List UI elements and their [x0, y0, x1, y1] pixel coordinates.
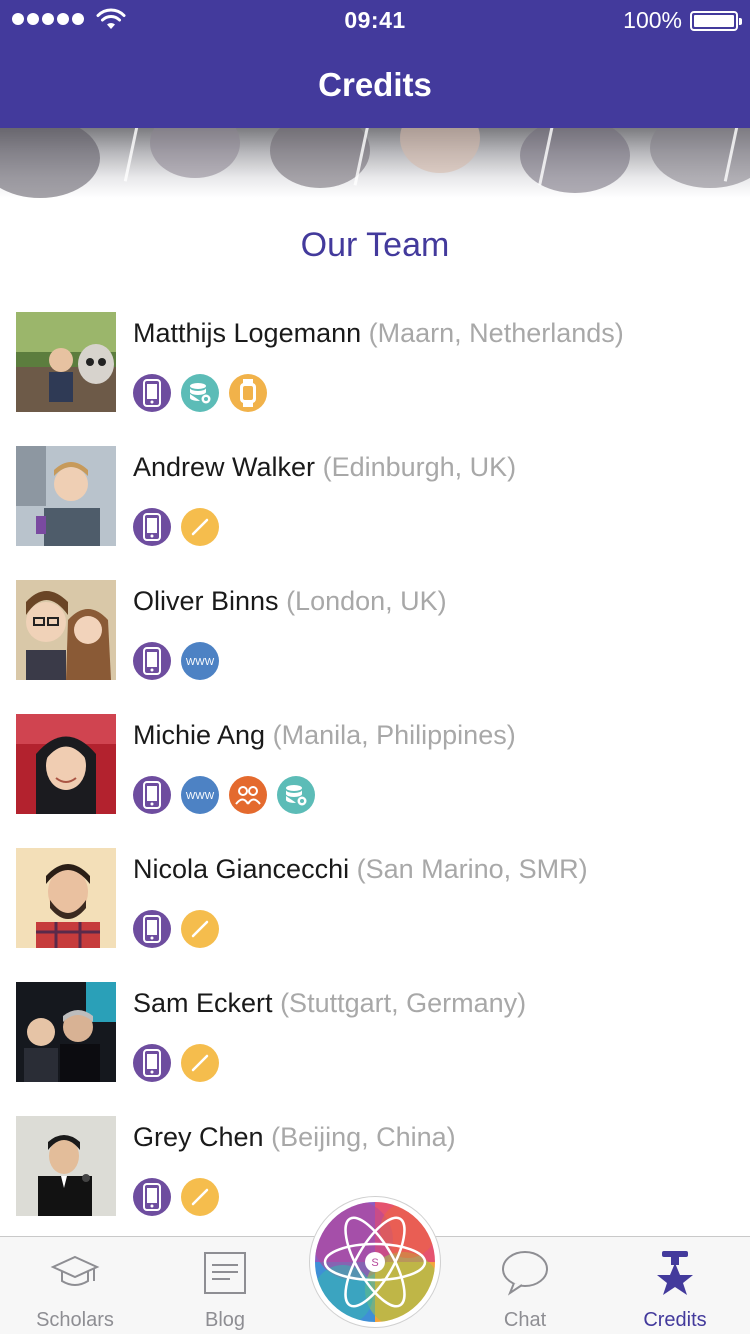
member-name: Michie Ang	[133, 720, 266, 750]
tab-credits[interactable]: Credits	[600, 1237, 750, 1334]
member-roles: WWW	[133, 642, 219, 680]
team-member-row[interactable]: Michie Ang (Manila, Philippines) WWW	[0, 714, 750, 848]
team-member-row[interactable]: Nicola Giancecchi (San Marino, SMR)	[0, 848, 750, 982]
credits-screen: 09:41 100% Credits Our Team Matthijs Log…	[0, 0, 750, 1334]
member-name: Grey Chen	[133, 1122, 264, 1152]
web-www-icon: WWW	[181, 776, 219, 814]
tab-label: Chat	[503, 1309, 547, 1331]
page-title: Credits	[318, 66, 432, 103]
team-member-row[interactable]: Oliver Binns (London, UK) WWW	[0, 580, 750, 714]
member-location: (Beijing, China)	[271, 1122, 456, 1152]
iphone-icon	[133, 1178, 171, 1216]
member-name: Nicola Giancecchi	[133, 854, 350, 884]
team-photo-banner	[0, 128, 750, 198]
document-icon	[204, 1252, 246, 1294]
member-avatar	[16, 714, 116, 814]
team-member-row[interactable]: Matthijs Logemann (Maarn, Netherlands)	[0, 312, 750, 446]
member-roles	[133, 1044, 219, 1082]
battery-icon	[690, 11, 742, 31]
web-www-icon: WWW	[181, 642, 219, 680]
center-home-button[interactable]: S	[310, 1197, 440, 1327]
team-member-row[interactable]: Sam Eckert (Stuttgart, Germany)	[0, 982, 750, 1116]
navigation-bar: 09:41 100% Credits	[0, 0, 750, 128]
member-location: (Maarn, Netherlands)	[368, 318, 624, 348]
member-roles	[133, 910, 219, 948]
section-title: Our Team	[300, 226, 450, 264]
member-location: (San Marino, SMR)	[356, 854, 588, 884]
member-roles	[133, 374, 267, 412]
tab-blog[interactable]: Blog	[150, 1237, 300, 1334]
member-name: Andrew Walker	[133, 452, 316, 482]
design-pencil-icon	[181, 1178, 219, 1216]
iphone-icon	[133, 374, 171, 412]
community-people-icon	[229, 776, 267, 814]
svg-text:WWW: WWW	[186, 791, 215, 802]
member-location: (Edinburgh, UK)	[322, 452, 517, 482]
member-avatar	[16, 580, 116, 680]
team-member-row[interactable]: Andrew Walker (Edinburgh, UK)	[0, 446, 750, 580]
graduation-cap-icon	[50, 1255, 100, 1286]
design-pencil-icon	[181, 910, 219, 948]
tab-label: Blog	[204, 1309, 246, 1331]
apple-watch-icon	[229, 374, 267, 412]
member-location: (Manila, Philippines)	[272, 720, 516, 750]
atom-logo-icon: S	[315, 1202, 435, 1322]
member-location: (London, UK)	[286, 586, 447, 616]
speech-bubble-icon	[502, 1251, 548, 1296]
star-trophy-icon	[657, 1251, 693, 1295]
member-name: Oliver Binns	[133, 586, 279, 616]
member-roles	[133, 1178, 219, 1216]
member-roles: WWW	[133, 776, 315, 814]
member-name: Matthijs Logemann	[133, 318, 362, 348]
logo-letter: S	[371, 1257, 378, 1269]
battery-percentage: 100%	[623, 7, 682, 33]
member-avatar	[16, 312, 116, 412]
iphone-icon	[133, 1044, 171, 1082]
tab-label: Credits	[643, 1309, 707, 1331]
member-avatar	[16, 982, 116, 1082]
design-pencil-icon	[181, 1044, 219, 1082]
member-location: (Stuttgart, Germany)	[280, 988, 527, 1018]
svg-text:WWW: WWW	[186, 657, 215, 668]
design-pencil-icon	[181, 508, 219, 546]
database-gear-icon	[181, 374, 219, 412]
tab-label: Scholars	[36, 1309, 114, 1331]
database-gear-icon	[277, 776, 315, 814]
member-roles	[133, 508, 219, 546]
iphone-icon	[133, 642, 171, 680]
tab-scholars[interactable]: Scholars	[0, 1237, 150, 1334]
status-bar: 09:41 100%	[0, 0, 750, 40]
member-avatar	[16, 1116, 116, 1216]
iphone-icon	[133, 508, 171, 546]
team-list: Matthijs Logemann (Maarn, Netherlands) A…	[0, 312, 750, 1250]
iphone-icon	[133, 910, 171, 948]
member-avatar	[16, 446, 116, 546]
member-avatar	[16, 848, 116, 948]
member-name: Sam Eckert	[133, 988, 273, 1018]
tab-chat[interactable]: Chat	[450, 1237, 600, 1334]
iphone-icon	[133, 776, 171, 814]
